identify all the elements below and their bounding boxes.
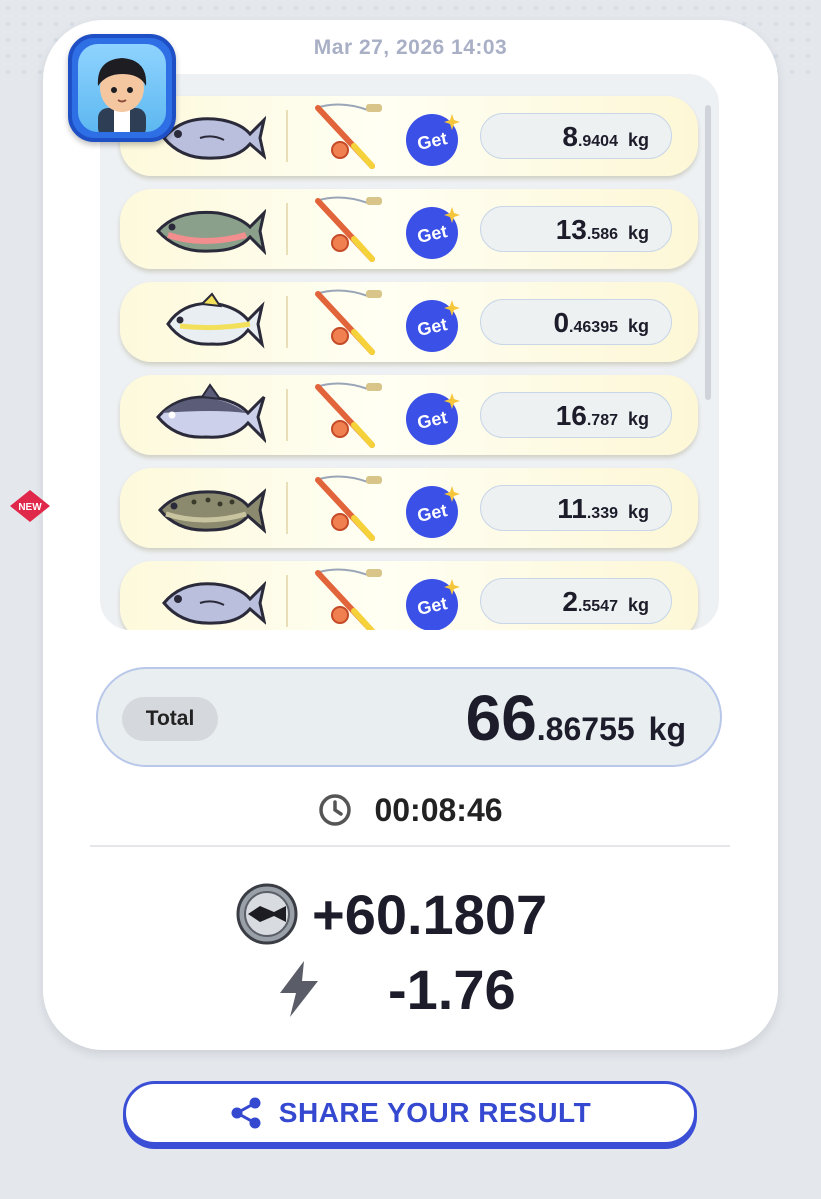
weight-decimal: .586 xyxy=(586,226,618,243)
weight-unit: kg xyxy=(627,316,649,336)
total-integer: 66 xyxy=(465,682,537,754)
get-badge-icon: Get xyxy=(406,114,460,166)
weight-integer: 0 xyxy=(553,307,570,338)
row-divider xyxy=(286,575,288,627)
fishing-rod-icon xyxy=(315,196,382,262)
weight-decimal: .46395 xyxy=(569,319,618,336)
purple-fish-icon xyxy=(156,383,266,444)
weight-decimal: .9404 xyxy=(577,133,618,150)
player-avatar[interactable] xyxy=(68,34,176,142)
total-unit: kg xyxy=(648,711,686,747)
catch-weight: 16.787 kg xyxy=(480,392,672,438)
spotted-trout-icon xyxy=(158,488,266,534)
catch-row[interactable]: Get 13.586 kg xyxy=(120,189,698,269)
energy-value: -1.76 xyxy=(388,957,516,1021)
fishing-rod-icon xyxy=(315,103,382,169)
get-badge-icon: Get xyxy=(406,579,460,630)
energy-row: -1.76 xyxy=(272,955,516,1023)
catch-weight: 0.46395 kg xyxy=(480,299,672,345)
fishing-rod-icon xyxy=(315,475,382,541)
reward-row: +60.1807 xyxy=(236,880,547,948)
row-divider xyxy=(286,110,288,162)
timer-value: 00:08:46 xyxy=(374,791,503,828)
weight-unit: kg xyxy=(627,595,649,615)
catch-row[interactable]: Get 0.46395 kg xyxy=(120,282,698,362)
section-divider xyxy=(90,845,730,847)
weight-unit: kg xyxy=(627,409,649,429)
new-badge-label: NEW xyxy=(18,502,42,513)
get-badge-icon: Get xyxy=(406,486,460,538)
trout-fish-icon xyxy=(155,208,266,256)
avatar-portrait xyxy=(78,44,166,132)
catch-weight: 8.9404 kg xyxy=(480,113,672,159)
lightning-icon xyxy=(280,961,318,1017)
weight-decimal: .787 xyxy=(586,412,618,429)
share-label: SHARE YOUR RESULT xyxy=(278,1097,592,1128)
elapsed-timer: 00:08:46 xyxy=(43,790,778,830)
reward-value: +60.1807 xyxy=(312,882,548,946)
weight-integer: 2 xyxy=(562,586,578,617)
get-badge-icon: Get xyxy=(406,300,460,352)
row-divider xyxy=(286,389,288,441)
weight-integer: 16 xyxy=(555,400,587,431)
share-icon xyxy=(231,1097,261,1129)
weight-integer: 8 xyxy=(562,121,578,152)
total-decimal: .86755 xyxy=(536,711,635,747)
row-divider xyxy=(286,296,288,348)
silver-fish-icon xyxy=(162,580,266,625)
total-label: Total xyxy=(122,697,218,741)
total-summary: Total 66.86755 kg xyxy=(96,667,722,767)
token-coin-icon xyxy=(236,883,298,945)
catch-row[interactable]: Get 16.787 kg xyxy=(120,375,698,455)
fishing-rod-icon xyxy=(315,289,382,355)
weight-unit: kg xyxy=(627,223,649,243)
fishing-rod-icon xyxy=(315,568,382,630)
weight-integer: 11 xyxy=(557,493,587,524)
catch-row[interactable]: Get 2.5547 kg xyxy=(120,561,698,630)
catch-list[interactable]: Get 8.9404 kg Get 13.586 kg Get 0.46395 … xyxy=(100,74,719,630)
fishing-rod-icon xyxy=(315,382,382,448)
get-badge-icon: Get xyxy=(406,393,460,445)
catch-weight: 11.339 kg xyxy=(480,485,672,531)
total-weight: 66.86755 kg xyxy=(466,681,686,755)
weight-decimal: .339 xyxy=(586,505,618,522)
share-result-button[interactable]: SHARE YOUR RESULT xyxy=(123,1081,697,1145)
catch-row[interactable]: Get 8.9404 kg xyxy=(120,96,698,176)
catch-row[interactable]: Get 11.339 kg xyxy=(120,468,698,548)
clock-icon xyxy=(319,794,352,826)
row-divider xyxy=(286,482,288,534)
weight-integer: 13 xyxy=(555,214,587,245)
weight-unit: kg xyxy=(627,130,649,150)
weight-decimal: .5547 xyxy=(577,598,618,615)
weight-unit: kg xyxy=(627,502,649,522)
get-badge-icon: Get xyxy=(406,207,460,259)
new-badge: NEW xyxy=(10,490,50,522)
row-divider xyxy=(286,203,288,255)
yellowtail-fish-icon xyxy=(166,292,265,349)
list-scrollbar[interactable] xyxy=(705,105,711,400)
catch-weight: 2.5547 kg xyxy=(480,578,672,624)
catch-weight: 13.586 kg xyxy=(480,206,672,252)
